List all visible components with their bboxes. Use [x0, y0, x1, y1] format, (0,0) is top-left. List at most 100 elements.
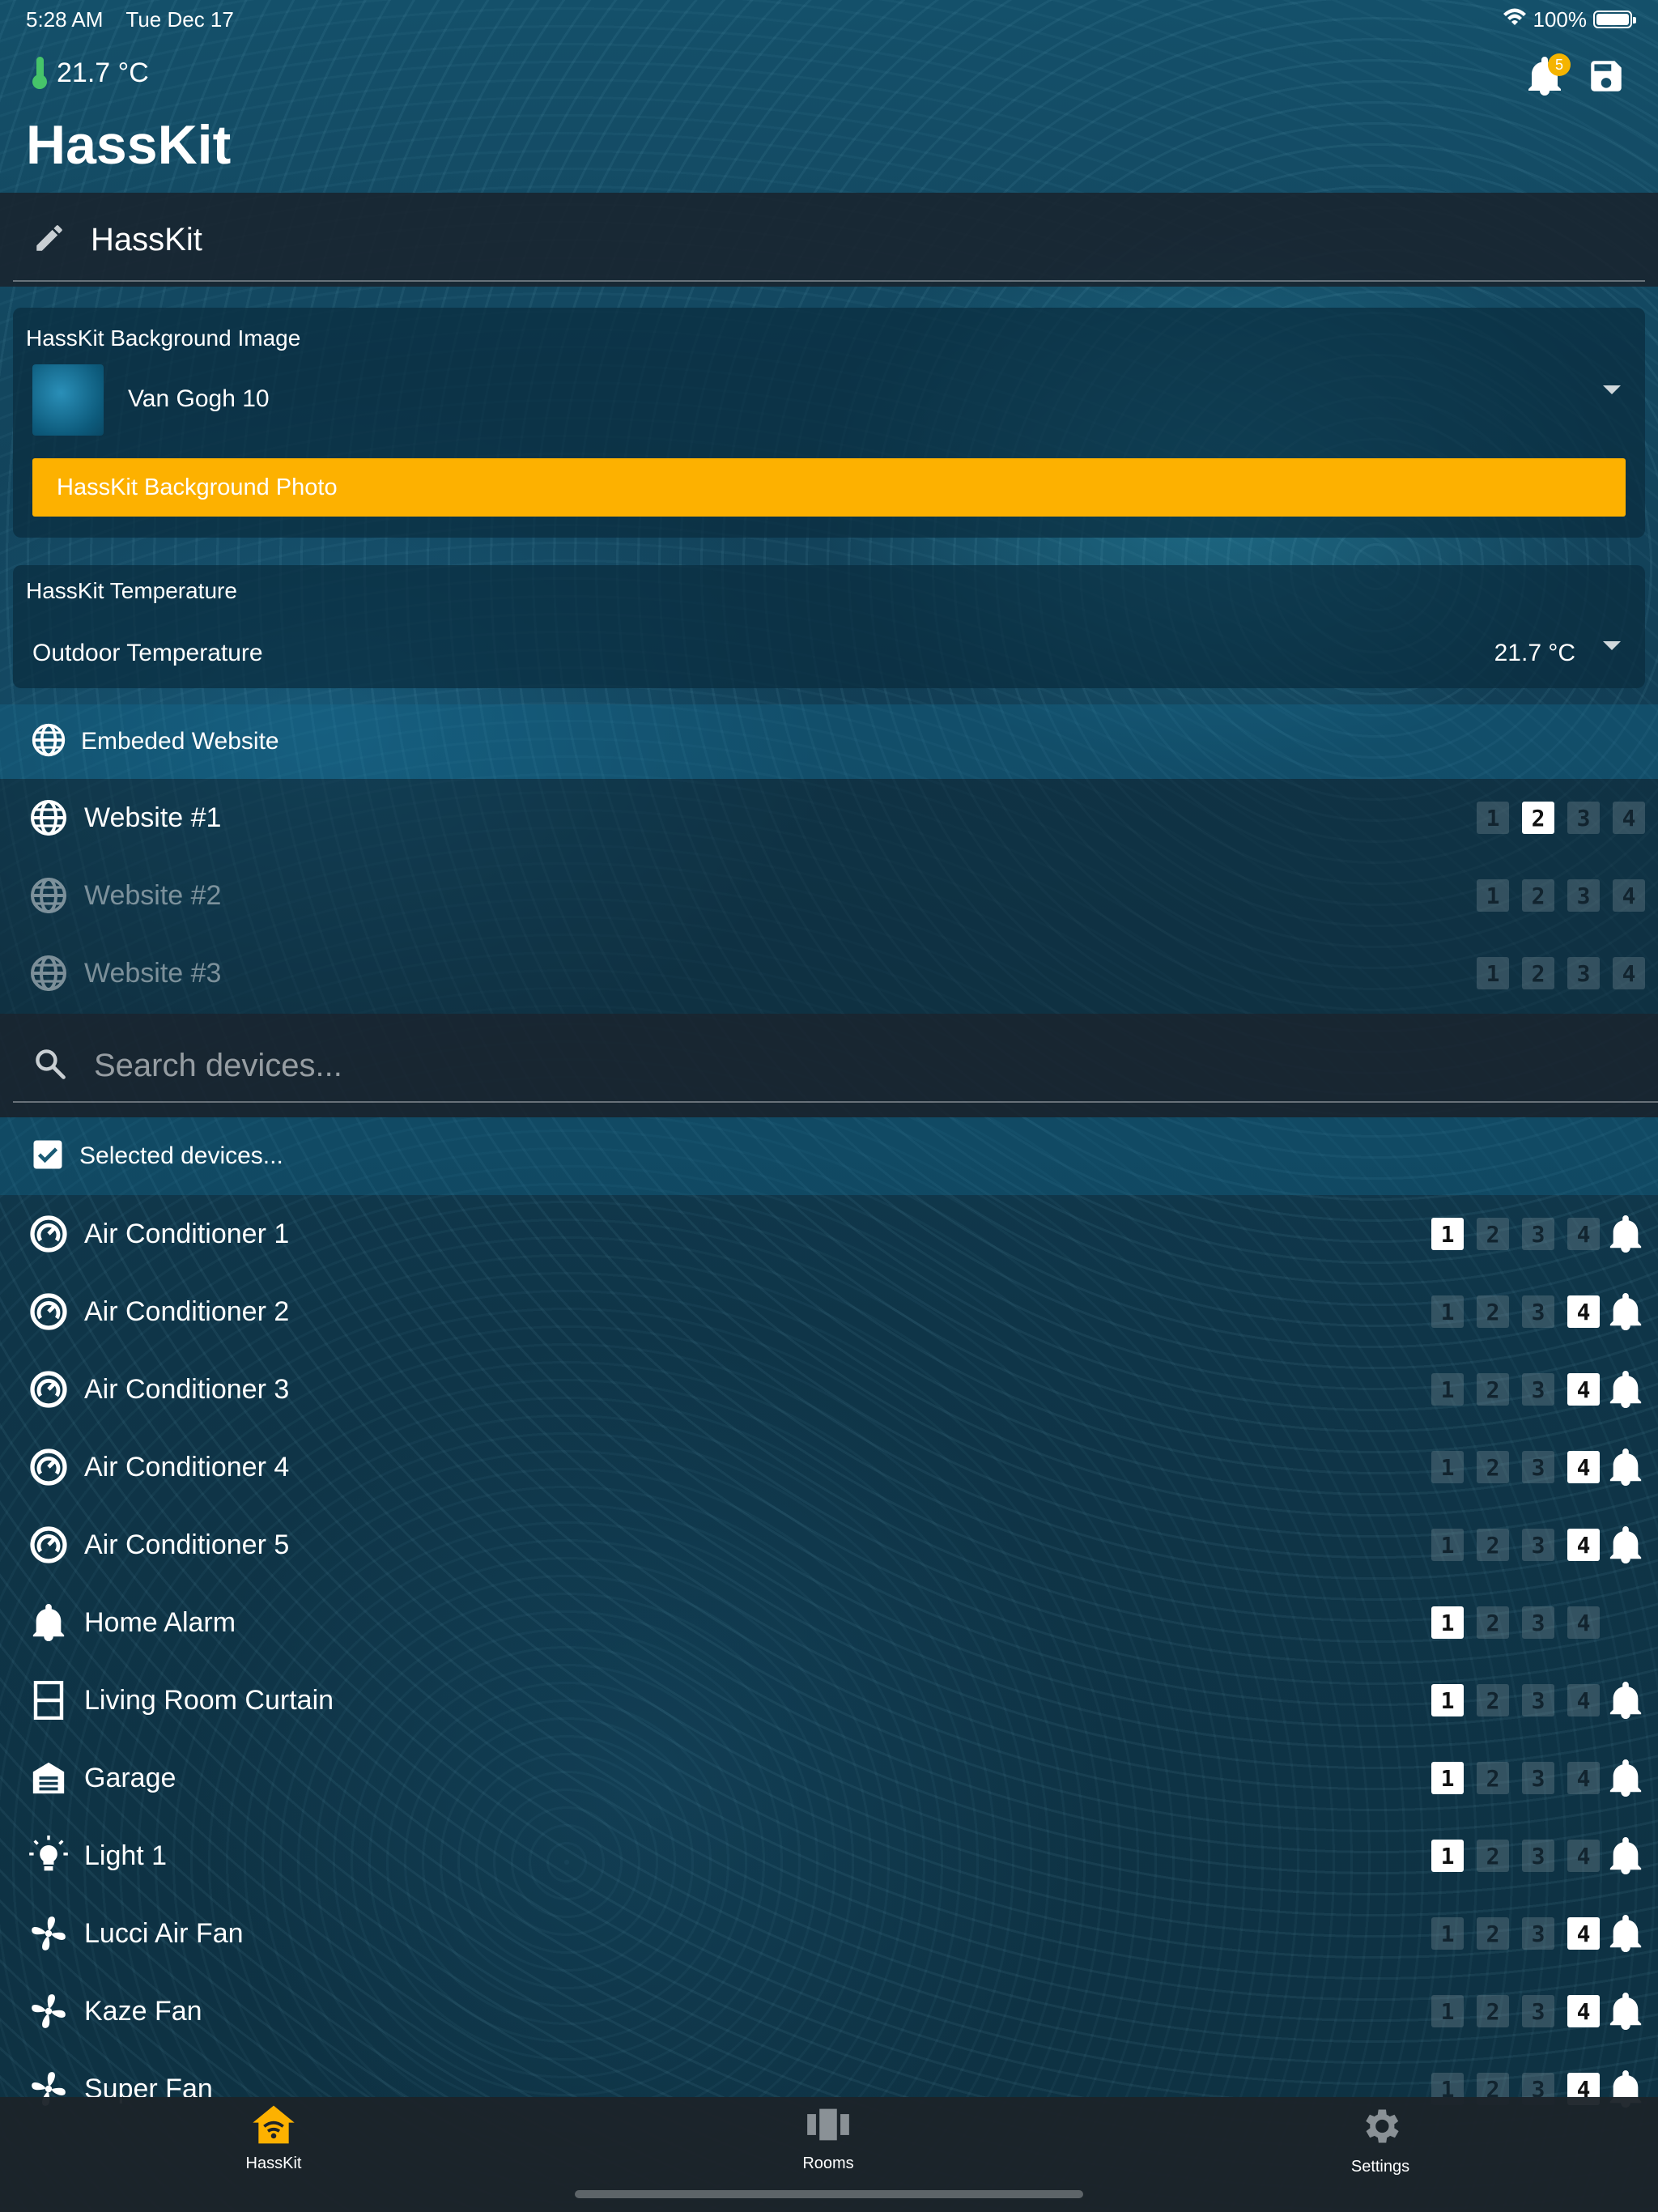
slot-1-button[interactable]: 1 [1431, 1684, 1464, 1716]
slot-2-button[interactable]: 2 [1477, 1995, 1509, 2027]
device-row[interactable]: Lucci Air Fan 1 2 3 4 [0, 1895, 1658, 1972]
bell-icon[interactable] [1606, 1370, 1645, 1409]
device-row[interactable]: Kaze Fan 1 2 3 4 [0, 1972, 1658, 2050]
slot-2-button[interactable]: 2 [1477, 1295, 1509, 1328]
slot-1-button[interactable]: 1 [1477, 879, 1509, 912]
slot-2-button[interactable]: 2 [1477, 1684, 1509, 1716]
notifications-button[interactable]: 5 [1522, 53, 1571, 100]
bell-icon[interactable] [1606, 1914, 1645, 1953]
slot-4-button[interactable]: 4 [1613, 879, 1645, 912]
slot-4-button[interactable]: 4 [1613, 957, 1645, 989]
slot-3-button[interactable]: 3 [1522, 1684, 1554, 1716]
nav-hasskit[interactable]: HassKit [193, 2104, 355, 2173]
slot-1-button[interactable]: 1 [1431, 1995, 1464, 2027]
slot-2-button[interactable]: 2 [1477, 1762, 1509, 1794]
slot-2-button[interactable]: 2 [1522, 957, 1554, 989]
slot-2-button[interactable]: 2 [1477, 1917, 1509, 1950]
website-row[interactable]: Website #2 1 2 3 4 [0, 857, 1658, 934]
slot-1-button[interactable]: 1 [1431, 1529, 1464, 1561]
slot-4-button[interactable]: 4 [1567, 1529, 1600, 1561]
bell-icon[interactable] [1606, 1836, 1645, 1875]
slot-1-button[interactable]: 1 [1431, 1451, 1464, 1483]
slot-1-button[interactable]: 1 [1431, 1917, 1464, 1950]
slot-2-button[interactable]: 2 [1477, 1373, 1509, 1406]
slot-3-button[interactable]: 3 [1522, 1917, 1554, 1950]
device-row[interactable]: Air Conditioner 3 1234 [0, 1351, 1658, 1428]
slot-4-button[interactable]: 4 [1613, 802, 1645, 834]
slot-4-button[interactable]: 4 [1567, 1373, 1600, 1406]
temperature-source-dropdown[interactable]: Outdoor Temperature [32, 640, 263, 667]
selected-devices-header[interactable]: Selected devices... [0, 1117, 1658, 1195]
slot-3-button[interactable]: 3 [1567, 802, 1600, 834]
device-row[interactable]: Living Room Curtain 1 2 3 4 [0, 1661, 1658, 1739]
bell-icon[interactable] [1606, 1292, 1645, 1331]
search-bar[interactable]: Search devices... [0, 1014, 1658, 1117]
slot-4-button[interactable]: 4 [1567, 1995, 1600, 2027]
slot-1-button[interactable]: 1 [1431, 1295, 1464, 1328]
slot-4-button[interactable]: 4 [1567, 1684, 1600, 1716]
slot-4-button[interactable]: 4 [1567, 1762, 1600, 1794]
chevron-down-icon[interactable] [1603, 641, 1621, 650]
website-row[interactable]: Website #3 1 2 3 4 [0, 934, 1658, 1012]
device-row[interactable]: Home Alarm 1 2 3 4 [0, 1584, 1658, 1661]
slot-2-button[interactable]: 2 [1477, 1606, 1509, 1639]
device-label: Home Alarm [84, 1606, 236, 1638]
slot-3-button[interactable]: 3 [1522, 1529, 1554, 1561]
slot-1-button[interactable]: 1 [1431, 1840, 1464, 1872]
slot-2-button[interactable]: 2 [1477, 1451, 1509, 1483]
slot-4-button[interactable]: 4 [1567, 1606, 1600, 1639]
section-header[interactable]: HassKit [0, 193, 1658, 287]
slot-2-button[interactable]: 2 [1477, 1840, 1509, 1872]
slot-3-button[interactable]: 3 [1522, 1995, 1554, 2027]
background-image-dropdown[interactable]: Van Gogh 10 [128, 385, 270, 413]
website-row[interactable]: Website #1 1 2 3 4 [0, 779, 1658, 857]
slot-3-button[interactable]: 3 [1567, 957, 1600, 989]
slot-4-button[interactable]: 4 [1567, 1451, 1600, 1483]
slot-1-button[interactable]: 1 [1477, 957, 1509, 989]
slot-3-button[interactable]: 3 [1522, 1606, 1554, 1639]
slot-3-button[interactable]: 3 [1522, 1373, 1554, 1406]
slot-3-button[interactable]: 3 [1522, 1451, 1554, 1483]
device-row[interactable]: Air Conditioner 2 1234 [0, 1273, 1658, 1351]
slot-2-button[interactable]: 2 [1477, 1529, 1509, 1561]
bell-icon[interactable] [1606, 1992, 1645, 2031]
nav-rooms[interactable]: Rooms [747, 2104, 909, 2173]
slot-selector: 1234 [1431, 1295, 1600, 1328]
bell-icon[interactable] [1606, 1759, 1645, 1797]
slot-1-button[interactable]: 1 [1477, 802, 1509, 834]
slot-3-button[interactable]: 3 [1522, 1218, 1554, 1250]
device-row[interactable]: Garage 1 2 3 4 [0, 1739, 1658, 1817]
slot-2-button[interactable]: 2 [1522, 879, 1554, 912]
search-input[interactable]: Search devices... [94, 1048, 342, 1084]
slot-3-button[interactable]: 3 [1522, 1762, 1554, 1794]
background-photo-button[interactable]: HassKit Background Photo [32, 458, 1626, 517]
slot-3-button[interactable]: 3 [1567, 879, 1600, 912]
slot-1-button[interactable]: 1 [1431, 1218, 1464, 1250]
slot-1-button[interactable]: 1 [1431, 1373, 1464, 1406]
slot-3-button[interactable]: 3 [1522, 1295, 1554, 1328]
slot-2-button[interactable]: 2 [1477, 1218, 1509, 1250]
save-button[interactable] [1584, 55, 1629, 100]
nav-rooms-label: Rooms [802, 2155, 854, 2172]
slot-3-button[interactable]: 3 [1522, 1840, 1554, 1872]
slot-4-button[interactable]: 4 [1567, 1218, 1600, 1250]
embedded-website-header: Embeded Website [0, 704, 1658, 779]
chevron-down-icon[interactable] [1603, 385, 1621, 394]
slot-1-button[interactable]: 1 [1431, 1762, 1464, 1794]
bell-icon[interactable] [1606, 1681, 1645, 1720]
slot-4-button[interactable]: 4 [1567, 1840, 1600, 1872]
slot-4-button[interactable]: 4 [1567, 1295, 1600, 1328]
device-row[interactable]: Light 1 1234 [0, 1817, 1658, 1895]
checkbox-icon[interactable] [31, 1138, 65, 1176]
device-row[interactable]: Air Conditioner 5 1234 [0, 1506, 1658, 1584]
nav-settings[interactable]: Settings [1299, 2104, 1461, 2176]
temperature-chip[interactable]: 21.7 °C [32, 57, 149, 89]
device-row[interactable]: Air Conditioner 1 1234 [0, 1195, 1658, 1273]
slot-2-button[interactable]: 2 [1522, 802, 1554, 834]
slot-1-button[interactable]: 1 [1431, 1606, 1464, 1639]
device-row[interactable]: Air Conditioner 4 1234 [0, 1428, 1658, 1506]
slot-4-button[interactable]: 4 [1567, 1917, 1600, 1950]
bell-icon[interactable] [1606, 1214, 1645, 1253]
bell-icon[interactable] [1606, 1525, 1645, 1564]
bell-icon[interactable] [1606, 1448, 1645, 1487]
